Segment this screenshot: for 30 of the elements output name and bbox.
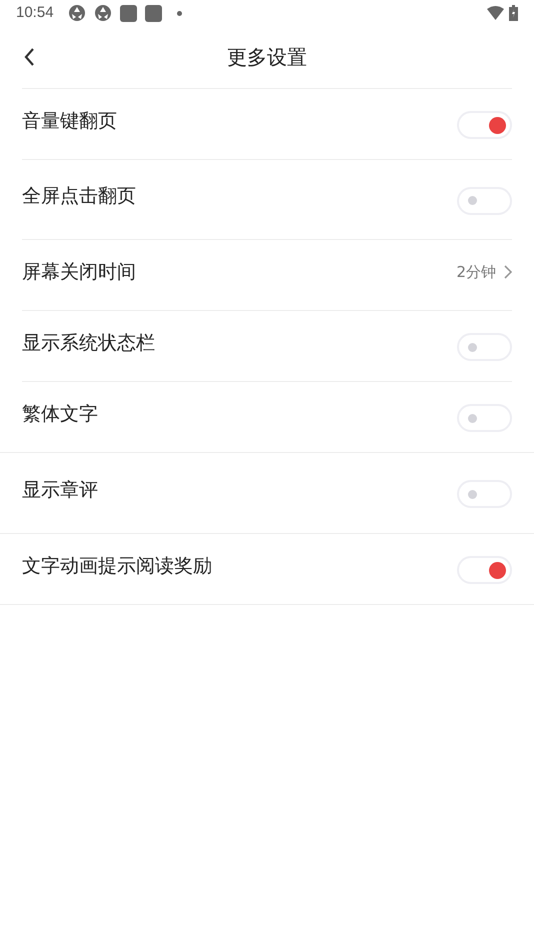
page-title: 更多设置 [227,44,307,71]
toggle-switch[interactable] [457,186,512,214]
toggle-switch[interactable] [457,404,512,432]
setting-label: 屏幕关闭时间 [22,260,137,285]
aperture-icon [94,4,112,22]
setting-row[interactable]: 繁体文字 [0,382,534,452]
setting-label: 全屏点击翻页 [22,184,137,210]
setting-row[interactable]: 音量键翻页 [0,89,534,159]
setting-label: 音量键翻页 [22,108,118,134]
notification-icon [144,4,162,22]
setting-row[interactable]: 屏幕关闭时间 2分钟 [0,240,534,310]
battery-icon [509,5,518,21]
setting-row[interactable]: 显示系统状态栏 [0,311,534,381]
setting-label: 显示系统状态栏 [22,330,156,356]
aperture-icon [68,4,86,22]
setting-value: 2分钟 [456,262,496,283]
toggle-switch[interactable] [457,480,512,508]
setting-label: 文字动画提示阅读奖励 [22,554,213,579]
setting-label: 显示章评 [22,478,99,503]
setting-row[interactable]: 文字动画提示阅读奖励 [0,534,534,604]
toggle-switch[interactable] [457,111,512,139]
notification-icon [120,4,137,22]
status-time: 10:54 [16,2,54,23]
wifi-icon [487,6,504,20]
toggle-switch[interactable] [457,556,512,584]
setting-row[interactable]: 显示章评 [0,453,534,533]
setting-row[interactable]: 全屏点击翻页 [0,160,534,239]
chevron-right-icon [504,265,512,279]
toggle-switch[interactable] [457,333,512,361]
setting-label: 繁体文字 [22,402,99,427]
